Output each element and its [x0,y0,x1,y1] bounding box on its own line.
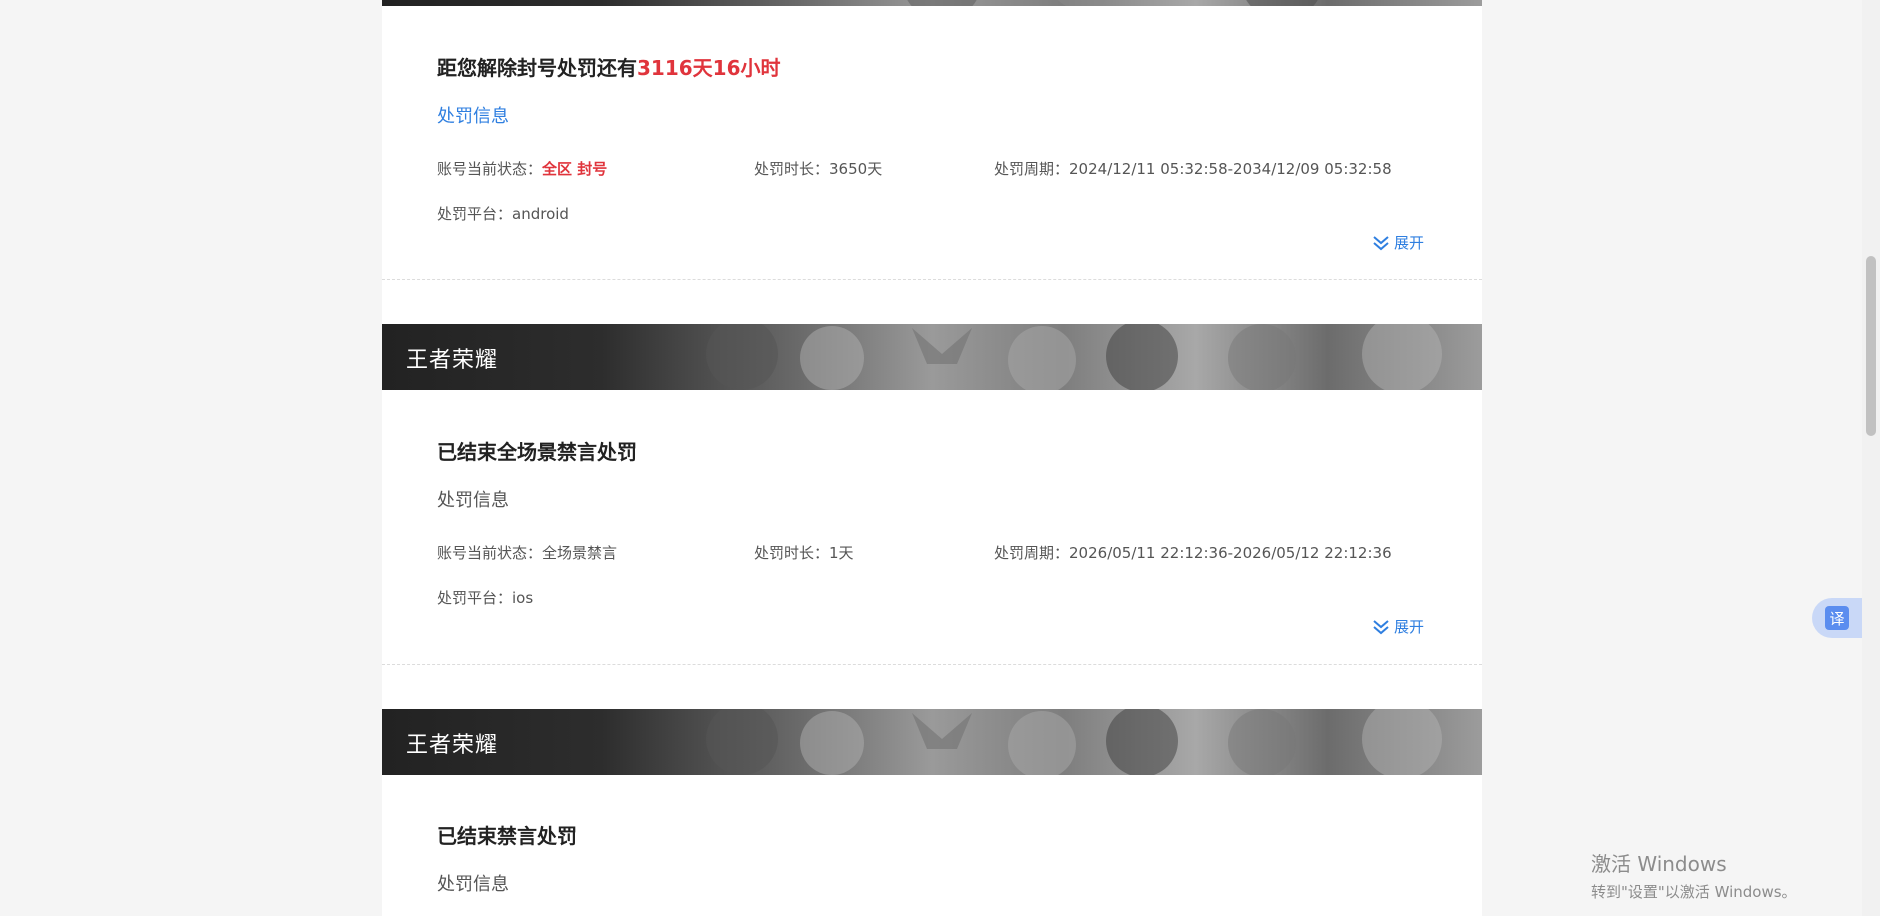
double-chevron-down-icon [1373,235,1389,250]
expand-button[interactable]: 展开 [1372,616,1424,637]
game-banner: 王者荣耀 [382,324,1482,390]
double-chevron-down-icon [1373,619,1389,634]
penalty-info-label: 处罚信息 [437,490,509,511]
windows-activation-watermark: 激活 Windows 转到"设置"以激活 Windows。 [1591,848,1797,902]
penalty-platform: 处罚平台：ios [437,587,533,608]
remaining-time: 3116天16小时 [637,56,781,80]
penalty-platform: 处罚平台：android [437,203,569,224]
penalty-title: 已结束全场景禁言处罚 [437,436,637,465]
penalty-period-value: 2024/12/11 05:32:58-2034/12/09 05:32:58 [1069,160,1392,178]
account-status: 账号当前状态：全区 封号 [437,158,607,179]
penalty-title-text: 已结束全场景禁言处罚 [437,440,637,464]
watermark-line-1: 激活 Windows [1591,852,1727,876]
card-divider [382,279,1482,280]
penalty-info-label: 处罚信息 [437,106,509,127]
penalty-period-label: 处罚周期： [994,544,1070,562]
translate-icon: 译 [1825,606,1849,630]
game-banner: 王者荣耀 [382,709,1482,775]
game-banner [382,0,1482,6]
expand-button[interactable]: 展开 [1372,232,1424,253]
watermark-line-2: 转到"设置"以激活 Windows。 [1591,883,1797,901]
penalty-title: 已结束禁言处罚 [437,820,577,849]
penalty-duration: 处罚时长：1天 [754,542,854,563]
translate-button[interactable]: 译 [1812,598,1862,638]
penalty-period: 处罚周期：2026/05/11 22:12:36-2026/05/12 22:1… [994,542,1392,563]
account-status-value: 全场景禁言 [542,544,618,562]
main-content: 距您解除封号处罚还有3116天16小时 处罚信息 账号当前状态：全区 封号 处罚… [382,0,1482,916]
penalty-duration-value: 3650天 [829,160,883,178]
account-status-value: 全区 封号 [542,160,608,178]
banner-artwork [907,0,1318,6]
penalty-period: 处罚周期：2024/12/11 05:32:58-2034/12/09 05:3… [994,158,1392,179]
penalty-period-value: 2026/05/11 22:12:36-2026/05/12 22:12:36 [1069,544,1392,562]
penalty-info-label: 处罚信息 [437,874,509,895]
game-name: 王者荣耀 [406,733,499,758]
penalty-platform-value: ios [512,589,534,607]
account-status-label: 账号当前状态： [437,160,543,178]
penalty-period-label: 处罚周期： [994,160,1070,178]
penalty-duration-value: 1天 [829,544,854,562]
page-scrollbar[interactable] [1862,0,1880,916]
penalty-title-text: 已结束禁言处罚 [437,824,577,848]
scrollbar-thumb[interactable] [1866,256,1876,436]
banner-artwork [706,324,1442,390]
account-status: 账号当前状态：全场景禁言 [437,542,617,563]
penalty-duration: 处罚时长：3650天 [754,158,882,179]
penalty-platform-label: 处罚平台： [437,589,513,607]
penalty-title: 距您解除封号处罚还有3116天16小时 [437,52,781,81]
expand-label: 展开 [1394,234,1425,252]
account-status-label: 账号当前状态： [437,544,543,562]
penalty-title-text: 距您解除封号处罚还有 [437,56,637,80]
banner-artwork [706,709,1442,775]
penalty-duration-label: 处罚时长： [754,544,830,562]
penalty-platform-value: android [512,205,569,223]
game-name: 王者荣耀 [406,348,499,373]
expand-label: 展开 [1394,618,1425,636]
penalty-duration-label: 处罚时长： [754,160,830,178]
card-divider [382,664,1482,665]
penalty-platform-label: 处罚平台： [437,205,513,223]
